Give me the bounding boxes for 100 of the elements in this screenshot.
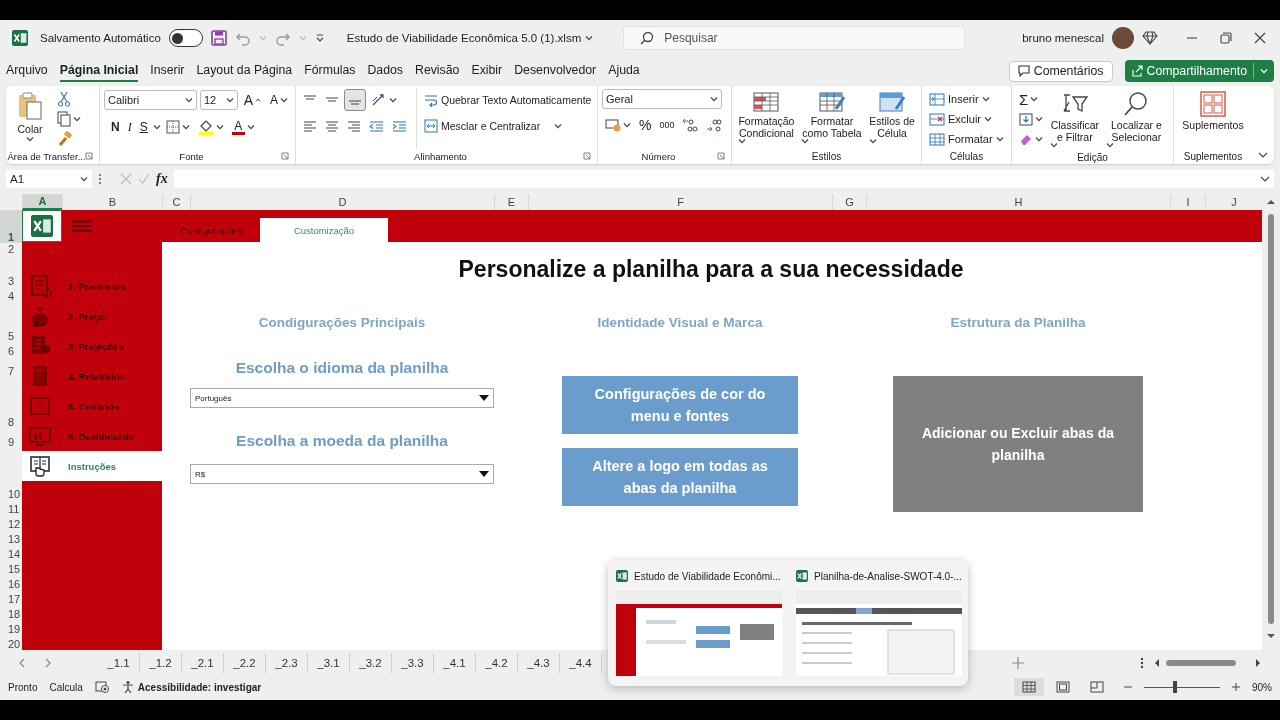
sheet-tab[interactable]: _4.2 (476, 653, 518, 673)
view-button[interactable] (1014, 678, 1044, 696)
add-sheet-icon[interactable] (1012, 657, 1024, 669)
menu-tab[interactable]: Layout da Página (196, 60, 293, 82)
find-select-button[interactable]: Localizar e Selecionar (1103, 89, 1169, 151)
font-color-button[interactable]: A (228, 116, 258, 138)
dialog-launcher-icon[interactable] (281, 152, 289, 160)
bold-button[interactable]: N (108, 116, 123, 138)
dialog-launcher-icon[interactable] (717, 152, 725, 160)
sheet-tab[interactable]: _4.1 (434, 653, 476, 673)
dialog-launcher-icon[interactable] (583, 152, 591, 160)
name-box[interactable]: A1 (6, 170, 92, 188)
row-header[interactable]: 1 (0, 210, 22, 243)
sheet-tab[interactable]: _3.1 (308, 653, 350, 673)
cells-button[interactable]: Inserir (926, 89, 1007, 109)
sheet-tab[interactable]: _2.1 (182, 653, 224, 673)
comments-button[interactable]: Comentários (1008, 60, 1113, 82)
menu-tab[interactable]: Arquivo (6, 60, 48, 82)
sheet-tab[interactable]: _2.3 (266, 653, 308, 673)
dialog-launcher-icon[interactable] (85, 152, 93, 160)
add-ins-button[interactable]: Suplementos (1180, 89, 1246, 149)
insert-function-button[interactable]: fx (156, 171, 168, 187)
menu-icon[interactable] (72, 220, 92, 232)
search-field[interactable]: Pesquisar (664, 28, 965, 48)
styles-button[interactable]: Formatar como Tabela (798, 89, 866, 149)
search-box[interactable]: Pesquisar (623, 26, 966, 50)
accessibility-button[interactable]: Acessibilidade: investigar (120, 680, 262, 694)
zoom-slider[interactable] (1144, 681, 1220, 693)
wrap-text-button[interactable]: Quebrar Texto Automaticamente (422, 89, 594, 111)
menu-tab[interactable]: Exibir (471, 60, 503, 82)
row-header[interactable]: 19 (0, 620, 22, 635)
percent-button[interactable]: % (636, 114, 655, 136)
check-icon[interactable] (138, 173, 150, 185)
row-header[interactable]: 18 (0, 605, 22, 620)
row-header[interactable]: 16 (0, 575, 22, 590)
previous-sheet-icon[interactable] (18, 658, 26, 668)
menu-tab[interactable]: Ajuda (608, 60, 640, 82)
thousands-button[interactable]: 000 (656, 114, 678, 136)
zoom-in-icon[interactable] (1232, 683, 1240, 691)
formula-input[interactable] (173, 170, 1274, 188)
row-header[interactable]: 7 (0, 357, 22, 377)
row-header[interactable]: 5 (0, 302, 22, 342)
sheet-tab[interactable]: _1.2 (140, 653, 182, 673)
row-header[interactable]: 11 (0, 500, 22, 515)
zoom-level[interactable]: 90% (1252, 681, 1272, 693)
menu-tab[interactable]: Dados (367, 60, 403, 82)
row-header[interactable]: 9 (0, 428, 22, 448)
zoom-out-icon[interactable] (1124, 683, 1132, 691)
styles-button[interactable]: Formatação Condicional (736, 89, 797, 149)
sheet-tab[interactable]: _2.2 (224, 653, 266, 673)
row-header[interactable]: 8 (0, 377, 22, 428)
record-macro-icon[interactable] (94, 681, 109, 693)
menu-tab[interactable]: Página Inicial (59, 60, 139, 82)
row-header[interactable]: 10 (0, 485, 22, 500)
sheet-tab[interactable]: _4.4 (560, 653, 602, 673)
more-options-icon[interactable] (1140, 657, 1144, 669)
menu-tab[interactable]: Revisão (415, 60, 460, 82)
sort-filter-button[interactable]: Classificar e Filtrar (1048, 89, 1102, 151)
styles-button[interactable]: Estilos de Célula (867, 89, 917, 149)
action-button[interactable]: Adicionar ou Excluir abas da planilha (893, 376, 1143, 512)
sheet-tab[interactable]: _1.1 (98, 653, 140, 673)
customize-toolbar-icon[interactable] (314, 33, 325, 43)
more-options-icon[interactable] (98, 173, 102, 185)
underline-button[interactable]: S (136, 116, 151, 138)
window-title[interactable]: Planilha-de-Analise-SWOT-4.0-... (814, 570, 962, 582)
row-header[interactable]: 14 (0, 545, 22, 560)
close-icon[interactable] (1254, 32, 1266, 44)
menu-tab[interactable]: Inserir (150, 60, 185, 82)
collapse-ribbon-icon[interactable] (1258, 152, 1268, 158)
avatar[interactable] (1112, 27, 1134, 49)
zoom-thumb[interactable] (1173, 681, 1178, 693)
sheet-tab[interactable]: _3.2 (350, 653, 392, 673)
restore-icon[interactable] (1220, 32, 1232, 44)
diamond-icon[interactable] (1142, 30, 1158, 46)
dropdown-field[interactable]: Português (190, 388, 494, 408)
menu-tab[interactable]: Fórmulas (304, 60, 356, 82)
autosave-toggle[interactable] (168, 29, 203, 47)
share-button[interactable]: Compartilhamento (1124, 60, 1274, 82)
window-title[interactable]: Estudo de Viabilidade Econômi... (634, 570, 781, 582)
row-header[interactable]: 2 (0, 243, 22, 255)
sheet-tab-button[interactable]: Customização (260, 218, 388, 242)
grow-font-button[interactable]: A (240, 89, 264, 111)
font-size-field[interactable]: 12 (200, 90, 238, 110)
italic-button[interactable]: I (124, 116, 135, 138)
dropdown-field[interactable]: R$ (190, 464, 494, 484)
row-header[interactable]: 6 (0, 342, 22, 357)
row-header[interactable]: 3 (0, 255, 22, 287)
menu-tab[interactable]: Desenvolvedor (514, 60, 597, 82)
vertical-align-button[interactable] (344, 89, 366, 111)
shrink-font-button[interactable]: A (266, 89, 291, 111)
sheet-tab[interactable]: _4.3 (518, 653, 560, 673)
merge-center-button[interactable]: Mesclar e Centralizar (422, 115, 594, 137)
number-format-field[interactable]: Geral (602, 89, 722, 109)
next-sheet-icon[interactable] (44, 658, 52, 668)
font-family-field[interactable]: Calibri (104, 90, 197, 110)
file-name-dropdown[interactable]: Estudo de Viabilidade Econômica 5.0 (1).xlsm (346, 32, 594, 44)
row-header[interactable]: 4 (0, 287, 22, 302)
row-header[interactable]: 15 (0, 560, 22, 575)
cells-button[interactable]: Formatar (926, 129, 1007, 149)
row-header[interactable]: 20 (0, 635, 22, 650)
